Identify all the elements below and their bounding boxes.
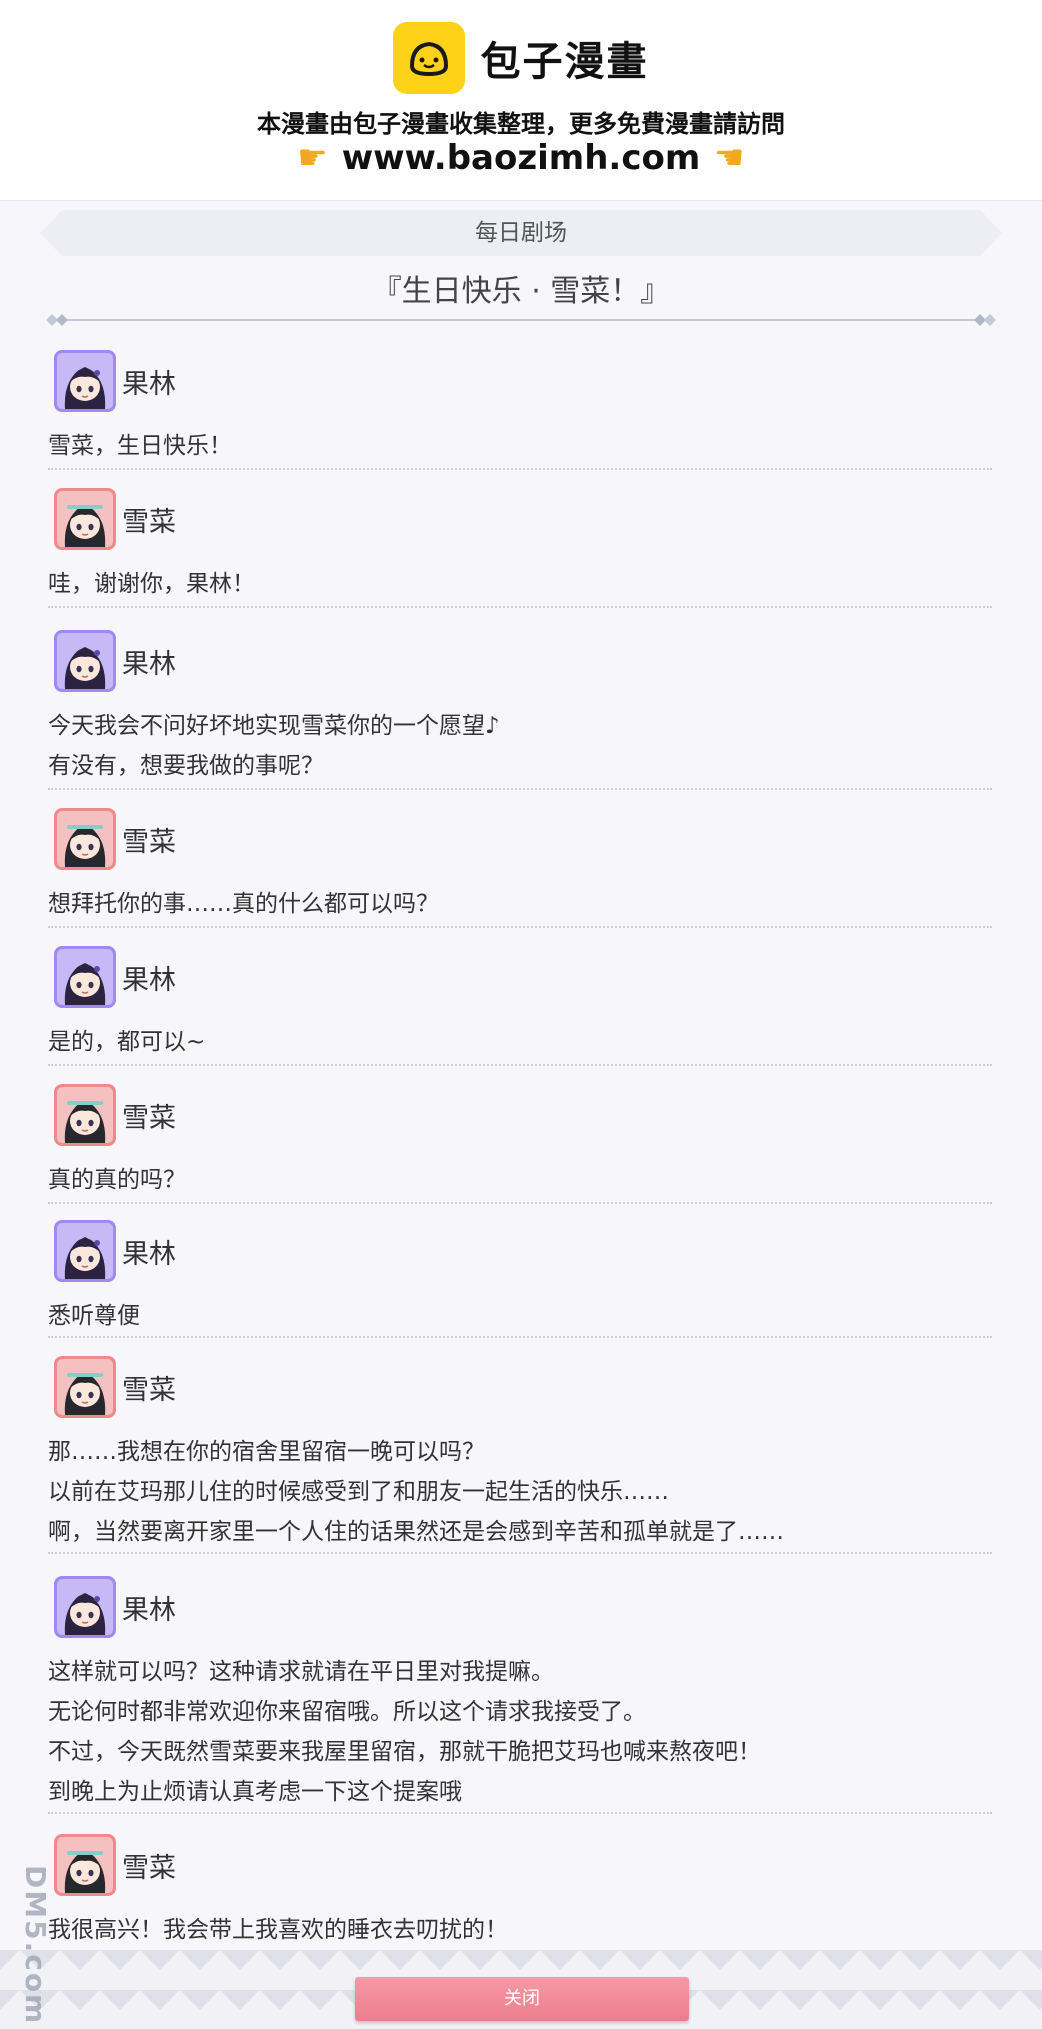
- message-line: 以前在艾玛那儿住的时候感受到了和朋友一起生活的快乐……: [48, 1479, 669, 1505]
- dialogue-separator: [48, 1064, 992, 1066]
- speaker-row: 果林: [48, 1220, 992, 1286]
- message-line: 雪菜，生日快乐！: [48, 433, 232, 459]
- avatar-yukina-icon: [54, 1356, 116, 1418]
- speaker-row: 果林: [48, 1576, 992, 1642]
- speaker-name: 雪菜: [122, 507, 176, 538]
- message-line: 到晚上为止烦请认真考虑一下这个提案哦: [48, 1779, 462, 1805]
- message-line: 我很高兴！我会带上我喜欢的睡衣去叨扰的！: [48, 1917, 508, 1943]
- speaker-row: 雪菜: [48, 1356, 992, 1422]
- dialogue-separator: [48, 926, 992, 928]
- speaker-name: 果林: [122, 965, 176, 996]
- speaker-name: 雪菜: [122, 827, 176, 858]
- message-line: 是的，都可以~: [48, 1029, 206, 1055]
- pointing-hand-icon: ☛: [297, 137, 328, 178]
- dialogue-separator: [48, 1812, 992, 1814]
- avatar-karin-icon: [54, 946, 116, 1008]
- dialogue-separator: [48, 1202, 992, 1204]
- speaker-name: 雪菜: [122, 1853, 176, 1884]
- message-line: 啊，当然要离开家里一个人住的话果然还是会感到辛苦和孤单就是了……: [48, 1519, 784, 1545]
- avatar-karin-icon: [54, 1576, 116, 1638]
- dialogue-entry: 雪菜想拜托你的事……真的什么都可以吗？: [48, 808, 992, 924]
- pointing-hand-icon: ☛: [714, 137, 745, 178]
- message-text: 真的真的吗？: [48, 1160, 992, 1200]
- dialogue-separator: [48, 788, 992, 790]
- speaker-name: 果林: [122, 369, 176, 400]
- message-line: 真的真的吗？: [48, 1167, 186, 1193]
- speaker-row: 果林: [48, 350, 992, 416]
- message-line: 悉听尊便: [48, 1303, 140, 1329]
- title-divider: [46, 314, 996, 326]
- speaker-row: 果林: [48, 946, 992, 1012]
- dialogue-entry: 果林今天我会不问好坏地实现雪菜你的一个愿望♪ 有没有，想要我做的事呢？: [48, 630, 992, 786]
- message-text: 那……我想在你的宿舍里留宿一晚可以吗？ 以前在艾玛那儿住的时候感受到了和朋友一起生…: [48, 1432, 992, 1552]
- dialogue-entry: 雪菜哇，谢谢你，果林！: [48, 488, 992, 604]
- message-text: 想拜托你的事……真的什么都可以吗？: [48, 884, 992, 924]
- dialogue-separator: [48, 606, 992, 608]
- message-text: 我很高兴！我会带上我喜欢的睡衣去叨扰的！: [48, 1910, 992, 1950]
- avatar-karin-icon: [54, 630, 116, 692]
- avatar-karin-icon: [54, 350, 116, 412]
- section-banner: 每日剧场: [40, 210, 1002, 256]
- speaker-row: 雪菜: [48, 488, 992, 554]
- speaker-row: 果林: [48, 630, 992, 696]
- speaker-row: 雪菜: [48, 1834, 992, 1900]
- avatar-yukina-icon: [54, 1834, 116, 1896]
- dialogue-separator: [48, 1336, 992, 1338]
- dm5-watermark: DM5.com: [19, 1865, 52, 2026]
- speaker-name: 果林: [122, 1595, 176, 1626]
- dialogue-entry: 雪菜那……我想在你的宿舍里留宿一晚可以吗？ 以前在艾玛那儿住的时候感受到了和朋友一…: [48, 1356, 992, 1552]
- close-button[interactable]: 关闭: [355, 1977, 689, 2021]
- message-text: 是的，都可以~: [48, 1022, 992, 1062]
- message-line: 今天我会不问好坏地实现雪菜你的一个愿望♪: [48, 713, 500, 739]
- avatar-yukina-icon: [54, 1084, 116, 1146]
- dialogue-entry: 果林是的，都可以~: [48, 946, 992, 1062]
- dialogue-entry: 果林这样就可以吗？这种请求就请在平日里对我提嘛。无论何时都非常欢迎你来留宿哦。所…: [48, 1576, 992, 1812]
- message-text: 哇，谢谢你，果林！: [48, 564, 992, 604]
- message-line: 有没有，想要我做的事呢？: [48, 753, 324, 779]
- speaker-name: 雪菜: [122, 1103, 176, 1134]
- site-url-link[interactable]: www.baozimh.com: [342, 138, 701, 178]
- message-line: 那……我想在你的宿舍里留宿一晚可以吗？: [48, 1439, 485, 1465]
- message-line: 不过，今天既然雪菜要来我屋里留宿，那就干脆把艾玛也喊来熬夜吧！: [48, 1739, 761, 1765]
- site-header: 包子漫畫 本漫畫由包子漫畫收集整理，更多免費漫畫請訪問 ☛ www.baozimh…: [0, 0, 1042, 201]
- avatar-karin-icon: [54, 1220, 116, 1282]
- message-line: 无论何时都非常欢迎你来留宿哦。所以这个请求我接受了。: [48, 1699, 646, 1725]
- message-text: 雪菜，生日快乐！: [48, 426, 992, 466]
- dialogue-separator: [48, 1552, 992, 1554]
- speaker-name: 雪菜: [122, 1375, 176, 1406]
- message-line: 想拜托你的事……真的什么都可以吗？: [48, 891, 439, 917]
- story-title: 『生日快乐 · 雪菜！』: [371, 274, 671, 309]
- message-text: 今天我会不问好坏地实现雪菜你的一个愿望♪ 有没有，想要我做的事呢？: [48, 706, 992, 786]
- logo-text: 包子漫畫: [480, 39, 649, 85]
- dialogue-separator: [48, 468, 992, 470]
- site-url-row[interactable]: ☛ www.baozimh.com ☛: [0, 136, 1042, 178]
- bun-logo-icon: [393, 22, 466, 94]
- message-line: 哇，谢谢你，果林！: [48, 571, 255, 597]
- logo[interactable]: 包子漫畫: [0, 22, 1042, 94]
- dialogue-entry: 果林雪菜，生日快乐！: [48, 350, 992, 466]
- speaker-name: 果林: [122, 1239, 176, 1270]
- site-tagline: 本漫畫由包子漫畫收集整理，更多免費漫畫請訪問: [257, 110, 785, 138]
- avatar-yukina-icon: [54, 488, 116, 550]
- dialogue-entry: 果林悉听尊便: [48, 1220, 992, 1336]
- avatar-yukina-icon: [54, 808, 116, 870]
- message-line: 这样就可以吗？这种请求就请在平日里对我提嘛。: [48, 1659, 554, 1685]
- message-text: 悉听尊便: [48, 1296, 992, 1336]
- dialogue-entry: 雪菜我很高兴！我会带上我喜欢的睡衣去叨扰的！: [48, 1834, 992, 1950]
- speaker-row: 雪菜: [48, 808, 992, 874]
- dialogue-entry: 雪菜真的真的吗？: [48, 1084, 992, 1200]
- speaker-name: 果林: [122, 649, 176, 680]
- message-text: 这样就可以吗？这种请求就请在平日里对我提嘛。无论何时都非常欢迎你来留宿哦。所以这…: [48, 1652, 992, 1812]
- speaker-row: 雪菜: [48, 1084, 992, 1150]
